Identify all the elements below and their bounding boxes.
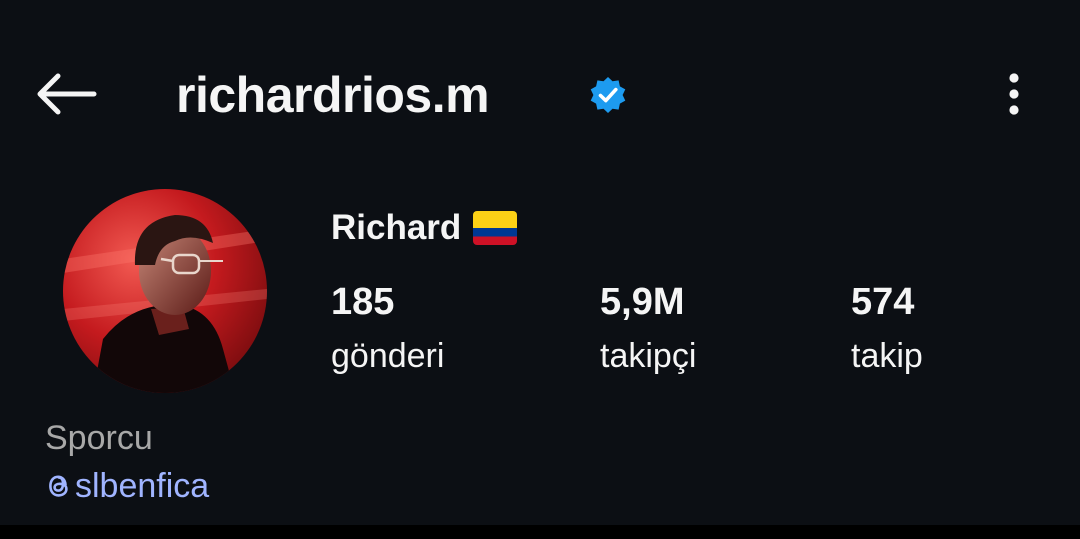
threads-handle: slbenfica xyxy=(75,467,210,505)
stat-following[interactable]: 574 takip xyxy=(851,278,923,380)
stat-followers[interactable]: 5,9M takipçi xyxy=(600,278,696,380)
more-vertical-icon xyxy=(1008,71,1020,122)
profile-avatar[interactable] xyxy=(63,189,267,393)
following-count: 574 xyxy=(851,281,915,323)
threads-link[interactable]: slbenfica xyxy=(45,464,209,508)
back-button[interactable] xyxy=(30,68,102,124)
profile-full-name: Richard xyxy=(331,206,518,250)
profile-screen: richardrios.m Richard 185 gönderi 5,9M t… xyxy=(0,0,1080,525)
full-name-text: Richard xyxy=(331,208,462,247)
following-label: takip xyxy=(851,337,923,375)
posts-label: gönderi xyxy=(331,337,445,375)
more-options-button[interactable] xyxy=(990,66,1038,126)
profile-photo xyxy=(63,189,267,393)
colombia-flag-icon xyxy=(473,211,518,245)
followers-count: 5,9M xyxy=(600,281,685,323)
profile-category: Sporcu xyxy=(45,419,153,457)
posts-count: 185 xyxy=(331,281,395,323)
arrow-left-icon xyxy=(34,72,98,121)
verified-badge-icon xyxy=(588,75,628,115)
stat-posts[interactable]: 185 gönderi xyxy=(331,278,444,380)
threads-icon xyxy=(45,470,73,502)
profile-username: richardrios.m xyxy=(176,67,490,123)
followers-label: takipçi xyxy=(600,337,697,375)
